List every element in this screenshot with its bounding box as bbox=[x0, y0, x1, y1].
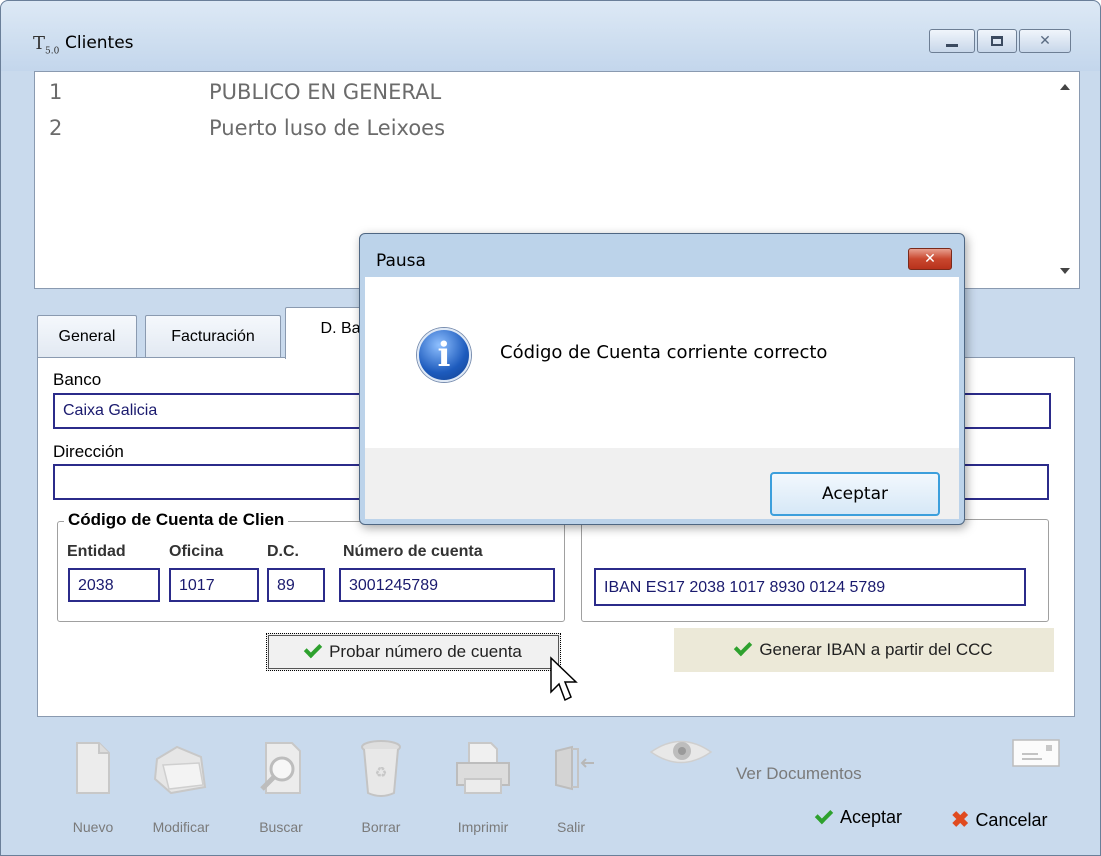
nuevo-label: Nuevo bbox=[72, 819, 114, 835]
dialog-message: Código de Cuenta corriente correcto bbox=[500, 342, 828, 363]
client-name: PUBLICO EN GENERAL bbox=[209, 80, 442, 104]
probar-cuenta-button[interactable]: Probar número de cuenta bbox=[266, 633, 561, 671]
clientes-window: T5.0 Clientes ✕ 1 PUBLICO EN GENERAL 2 P… bbox=[0, 0, 1101, 856]
mouse-cursor-icon bbox=[550, 656, 578, 702]
svg-text:♻: ♻ bbox=[375, 765, 388, 781]
client-id: 2 bbox=[49, 116, 63, 140]
tab-facturacion-label: Facturación bbox=[171, 327, 255, 345]
maximize-icon bbox=[991, 36, 1003, 46]
dc-label: D.C. bbox=[267, 543, 299, 560]
numero-cuenta-label: Número de cuenta bbox=[343, 543, 483, 560]
trash-icon: ♻ bbox=[361, 740, 401, 797]
cancelar-label: Cancelar bbox=[975, 809, 1048, 830]
tab-general-label: General bbox=[58, 327, 116, 345]
tab-general[interactable]: General bbox=[37, 315, 137, 357]
numero-cuenta-field[interactable]: 3001245789 bbox=[339, 568, 555, 602]
generar-iban-label: Generar IBAN a partir del CCC bbox=[759, 640, 993, 659]
iban-field[interactable]: IBAN ES17 2038 1017 8930 0124 5789 bbox=[594, 568, 1026, 606]
nuevo-button[interactable]: Nuevo bbox=[53, 739, 133, 839]
direccion-label: Dirección bbox=[53, 442, 124, 461]
client-name: Puerto luso de Leixoes bbox=[209, 116, 446, 140]
exit-door-icon bbox=[555, 745, 594, 791]
close-button[interactable]: ✕ bbox=[1019, 29, 1071, 53]
printer-icon bbox=[456, 742, 510, 794]
banco-label: Banco bbox=[53, 370, 102, 389]
aceptar-label: Aceptar bbox=[840, 807, 903, 827]
client-id: 1 bbox=[49, 80, 63, 104]
salir-button[interactable]: Salir bbox=[531, 739, 611, 839]
scroll-up-icon[interactable] bbox=[1060, 84, 1070, 90]
check-icon bbox=[303, 639, 323, 659]
scroll-down-icon[interactable] bbox=[1060, 268, 1070, 274]
close-icon: ✕ bbox=[1039, 33, 1051, 49]
aceptar-button[interactable]: Aceptar bbox=[814, 805, 903, 828]
cancel-x-icon: ✖ bbox=[951, 807, 970, 832]
pausa-dialog: Pausa ✕ i Código de Cuenta corriente cor… bbox=[359, 233, 965, 525]
minimize-icon bbox=[946, 43, 958, 47]
dialog-footer: Aceptar bbox=[365, 448, 959, 519]
oficina-label: Oficina bbox=[169, 543, 224, 560]
ccc-group-caption: Código de Cuenta de Clien bbox=[64, 510, 289, 530]
modificar-button[interactable]: Modificar bbox=[141, 739, 221, 839]
window-titlebar: T5.0 Clientes ✕ bbox=[1, 1, 1100, 71]
dialog-title: Pausa bbox=[376, 251, 426, 271]
check-icon bbox=[814, 805, 834, 824]
modificar-label: Modificar bbox=[152, 819, 210, 835]
close-icon: ✕ bbox=[924, 251, 936, 267]
check-icon bbox=[734, 637, 753, 657]
probar-cuenta-label: Probar número de cuenta bbox=[329, 642, 522, 661]
dc-field[interactable]: 89 bbox=[267, 568, 325, 602]
search-document-icon bbox=[260, 742, 301, 794]
entidad-label: Entidad bbox=[67, 543, 126, 560]
imprimir-label: Imprimir bbox=[457, 819, 509, 835]
oficina-field[interactable]: 1017 bbox=[169, 568, 259, 602]
borrar-button[interactable]: ♻ Borrar bbox=[341, 739, 421, 839]
app-icon: T5.0 bbox=[33, 33, 60, 57]
dialog-ok-button[interactable]: Aceptar bbox=[770, 472, 940, 516]
generar-iban-button[interactable]: Generar IBAN a partir del CCC bbox=[674, 628, 1054, 672]
buscar-button[interactable]: Buscar bbox=[241, 739, 321, 839]
dialog-close-button[interactable]: ✕ bbox=[908, 248, 952, 270]
dialog-body: i Código de Cuenta corriente correcto bbox=[365, 277, 959, 448]
new-document-icon bbox=[76, 742, 110, 794]
list-scrollbar[interactable] bbox=[1051, 72, 1079, 288]
keyboard-icon[interactable] bbox=[1012, 739, 1060, 767]
tab-facturacion[interactable]: Facturación bbox=[145, 315, 281, 357]
salir-label: Salir bbox=[556, 819, 585, 835]
imprimir-button[interactable]: Imprimir bbox=[443, 739, 523, 839]
info-icon: i bbox=[417, 328, 471, 382]
folder-icon bbox=[153, 745, 207, 795]
window-title: Clientes bbox=[65, 33, 134, 53]
minimize-button[interactable] bbox=[929, 29, 975, 53]
entidad-field[interactable]: 2038 bbox=[68, 568, 160, 602]
maximize-button[interactable] bbox=[977, 29, 1017, 53]
cancelar-button[interactable]: ✖ Cancelar bbox=[951, 807, 1047, 833]
ver-documentos-button[interactable]: Ver Documentos bbox=[736, 764, 862, 784]
buscar-label: Buscar bbox=[259, 819, 303, 835]
borrar-label: Borrar bbox=[361, 819, 401, 835]
eye-icon bbox=[649, 740, 713, 764]
